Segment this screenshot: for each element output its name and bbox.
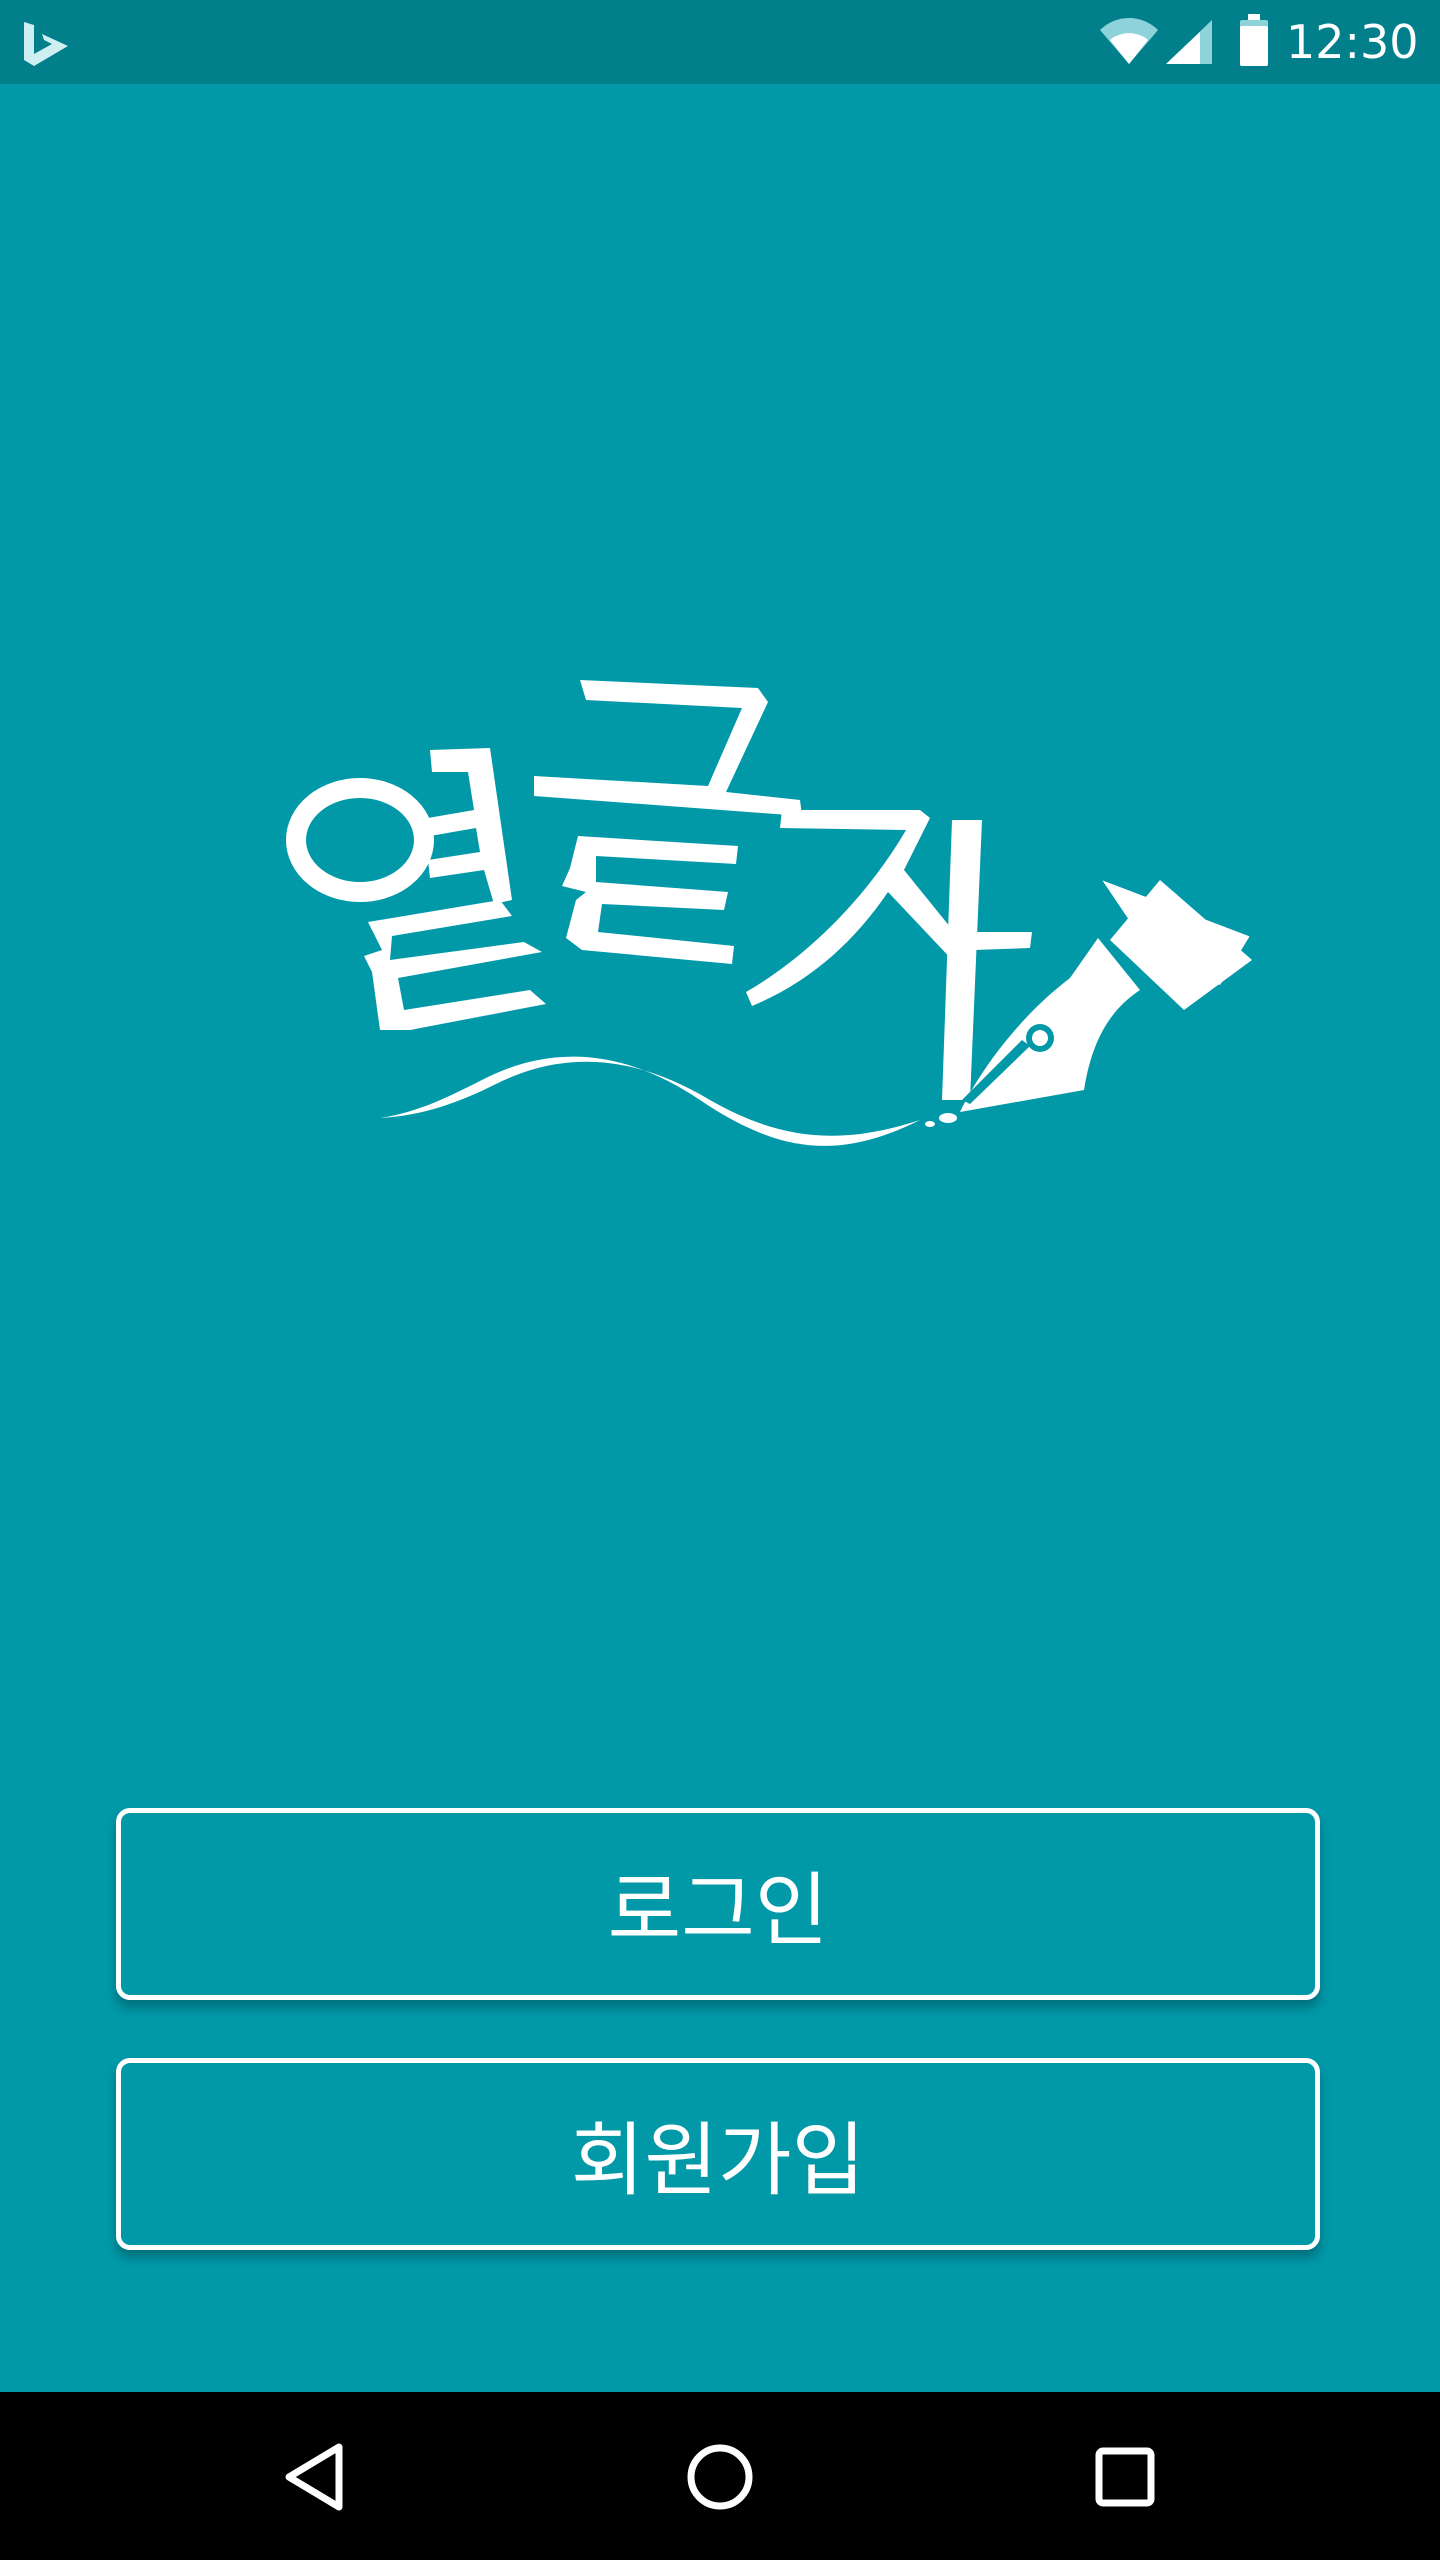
recents-button[interactable] [1080,2432,1170,2522]
status-clock: 12:30 [1286,15,1419,69]
signup-button[interactable]: 회원가입 [116,2058,1320,2250]
bing-icon [24,22,68,66]
home-button[interactable] [675,2432,765,2522]
logo-wordmark [286,680,1032,1100]
status-bar: 12:30 [0,0,1440,84]
back-icon [285,2443,343,2511]
splash-screen: 12:30 로그인 회원가입 [0,0,1440,2560]
app-logo [286,680,1252,1146]
navigation-bar [0,2392,1440,2560]
back-button[interactable] [270,2432,360,2522]
wifi-icon [1100,18,1158,64]
logo-swash [380,1056,920,1146]
login-button[interactable]: 로그인 [116,1808,1320,2000]
login-button-label: 로그인 [607,1864,829,1957]
recents-icon [1095,2447,1155,2507]
home-icon [687,2444,753,2510]
battery-icon [1240,14,1268,66]
cell-signal-icon [1166,20,1212,64]
signup-button-label: 회원가입 [570,2114,866,2207]
